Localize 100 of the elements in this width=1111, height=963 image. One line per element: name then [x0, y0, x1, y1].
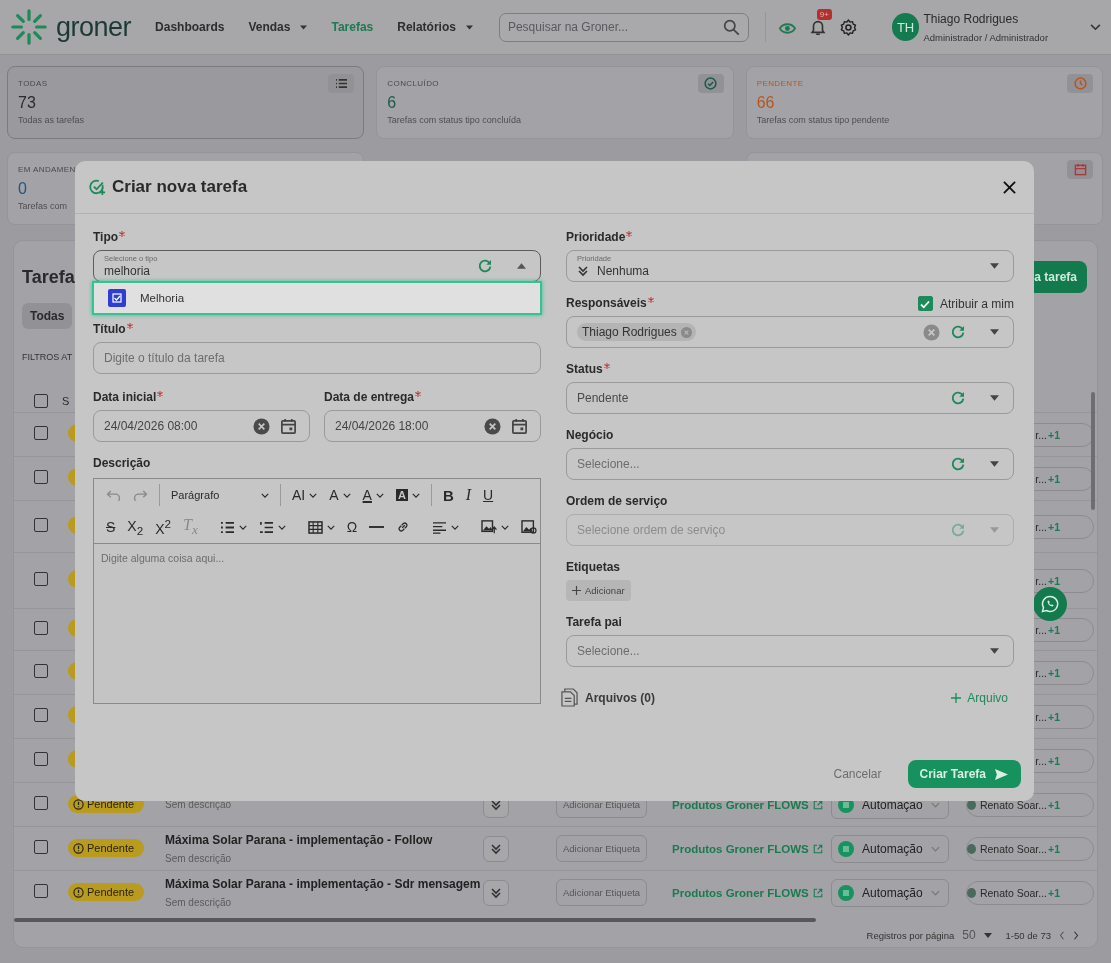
toolbar-button[interactable]: AI	[288, 484, 322, 506]
checkbox[interactable]	[918, 296, 933, 311]
checkbox[interactable]	[34, 883, 48, 898]
avatar[interactable]: TH	[891, 13, 920, 41]
refresh-icon[interactable]	[950, 324, 966, 340]
toolbar-button[interactable]: Parágrafo	[167, 484, 273, 506]
caret-down-icon[interactable]	[990, 329, 999, 335]
caret-down-icon[interactable]	[451, 524, 460, 530]
search-icon[interactable]	[722, 18, 740, 36]
refresh-icon[interactable]	[950, 390, 966, 406]
title-input[interactable]: Digite o título da tarefa	[93, 342, 541, 374]
person-chip[interactable]: Thiago Rodrigues	[577, 323, 696, 341]
caret-down-icon[interactable]	[990, 461, 999, 467]
stat-card[interactable]: TODAS 73 Todas as tarefas	[7, 66, 365, 139]
checkbox[interactable]	[34, 620, 48, 635]
select-field[interactable]: Pendente	[566, 382, 1014, 414]
checkbox[interactable]	[34, 394, 48, 408]
toolbar-button[interactable]: S	[102, 516, 120, 538]
priority-button[interactable]	[483, 879, 509, 906]
select-field[interactable]: Selecione...	[566, 635, 1014, 667]
editor-placeholder[interactable]: Digite alguma coisa aqui...	[101, 552, 225, 564]
dropdown-option[interactable]: Melhoria	[92, 281, 542, 315]
checkbox[interactable]	[34, 663, 48, 678]
task-title[interactable]: Máxima Solar Parana - implementação - Sdr mensagem	[165, 877, 481, 891]
align-icon[interactable]	[432, 520, 448, 534]
add-tag-button[interactable]: Adicionar	[566, 580, 631, 601]
external-link-icon[interactable]	[812, 799, 823, 810]
caret-down-icon[interactable]	[309, 492, 318, 498]
bell-icon[interactable]	[808, 18, 827, 36]
previous-icon[interactable]	[1059, 930, 1065, 940]
caret-down-icon[interactable]	[990, 648, 999, 654]
checkbox[interactable]	[34, 571, 48, 586]
logo-text[interactable]: groner	[56, 11, 132, 43]
caret-down-icon[interactable]	[990, 263, 999, 269]
nav-link[interactable]: Vendas	[248, 20, 308, 34]
close-icon[interactable]	[1003, 180, 1016, 194]
filter-tab[interactable]: Todas	[22, 303, 73, 329]
toolbar-button[interactable]: Ω	[342, 516, 362, 538]
nav-link[interactable]: Relatórios	[397, 20, 473, 34]
refresh-icon[interactable]	[477, 258, 493, 274]
stat-card[interactable]: PENDENTE 66 Tarefas com status tipo pendente	[745, 66, 1103, 139]
settings-icon[interactable]	[838, 17, 858, 37]
caret-up-icon[interactable]	[517, 263, 526, 269]
clear-icon[interactable]	[484, 417, 501, 435]
table-icon[interactable]	[307, 520, 323, 534]
checkbox[interactable]	[34, 469, 48, 484]
caret-down-icon[interactable]	[277, 524, 286, 530]
calendar-icon[interactable]	[511, 417, 528, 435]
caret-down-icon[interactable]	[990, 395, 999, 401]
select-field[interactable]: Selecione...	[566, 448, 1014, 480]
caret-down-icon[interactable]	[501, 524, 510, 530]
date-field[interactable]: 24/04/2026 18:00	[324, 410, 541, 442]
scrollbar[interactable]	[1091, 392, 1095, 510]
checkbox-label[interactable]: Atribuir a mim	[940, 296, 1014, 311]
caret-down-icon[interactable]	[238, 524, 247, 530]
category-select[interactable]: Automação	[831, 878, 949, 907]
numbered-list-icon[interactable]	[258, 520, 274, 534]
scrollbar[interactable]	[14, 918, 816, 922]
tag-field[interactable]: Adicionar Etiqueta	[556, 879, 648, 906]
search-field[interactable]: Pesquisar na Groner...	[498, 12, 749, 42]
checkbox[interactable]	[34, 795, 48, 810]
priority-button[interactable]	[483, 835, 509, 862]
next-icon[interactable]	[1073, 930, 1079, 940]
checkbox[interactable]	[34, 839, 48, 854]
caret-down-icon[interactable]	[375, 492, 384, 498]
cancel-button[interactable]: Cancelar	[827, 766, 888, 782]
toolbar-button[interactable]: B	[438, 484, 458, 506]
nav-link[interactable]: Dashboards	[155, 20, 225, 34]
clear-icon[interactable]	[253, 417, 270, 435]
toolbar-button[interactable]: U	[479, 484, 498, 506]
toolbar-button[interactable]: I	[461, 484, 476, 506]
caret-down-icon[interactable]	[465, 24, 473, 30]
chevron-down-icon[interactable]	[1090, 23, 1101, 31]
people-select[interactable]: Thiago Rodrigues	[566, 316, 1014, 348]
caret-down-icon[interactable]	[300, 24, 308, 30]
category-select[interactable]: Automação	[831, 834, 949, 863]
calendar-icon[interactable]	[280, 417, 297, 435]
checkbox[interactable]	[34, 751, 48, 766]
toolbar-button[interactable]: A	[358, 484, 388, 506]
bullet-list-icon[interactable]	[219, 520, 235, 534]
image-upload-icon[interactable]	[481, 520, 498, 534]
horizontal-line-icon[interactable]	[369, 525, 385, 529]
date-field[interactable]: 24/04/2026 08:00	[93, 410, 310, 442]
caret-down-icon[interactable]	[261, 492, 269, 498]
checkbox[interactable]	[34, 425, 48, 440]
caret-down-icon[interactable]	[342, 492, 351, 498]
toolbar-button[interactable]: A	[325, 484, 355, 506]
tag-field[interactable]: Adicionar Etiqueta	[556, 835, 648, 862]
refresh-icon[interactable]	[950, 456, 966, 472]
caret-down-icon[interactable]	[326, 524, 335, 530]
stat-card[interactable]: CONCLUÍDO 6 Tarefas com status tipo concluída	[376, 66, 734, 139]
caret-down-icon[interactable]	[411, 492, 420, 498]
checkbox[interactable]	[34, 517, 48, 532]
task-title[interactable]: Máxima Solar Parana - implementação - Follow	[165, 833, 481, 847]
page-size-select[interactable]: 50	[962, 928, 992, 942]
caret-down-icon[interactable]	[983, 932, 992, 938]
toolbar-button[interactable]: X$^{2}$	[151, 516, 175, 538]
toolbar-button[interactable]: A	[391, 484, 424, 506]
toolbar-button[interactable]: X$_{2}$	[123, 516, 148, 538]
create-task-button[interactable]: Criar Tarefa	[907, 760, 1021, 788]
